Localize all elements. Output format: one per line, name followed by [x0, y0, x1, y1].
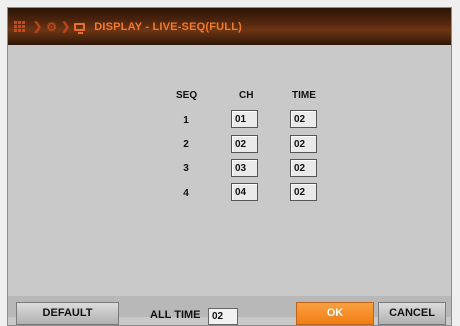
default-button[interactable]: DEFAULT [16, 302, 119, 325]
channel-field[interactable]: 01 [231, 110, 258, 128]
channel-field[interactable]: 03 [231, 159, 258, 177]
breadcrumb: ❯ ⚙ ❯ [14, 20, 87, 34]
cancel-button[interactable]: CANCEL [378, 302, 446, 325]
channel-field[interactable]: 04 [231, 183, 258, 201]
column-header-ch: CH [239, 90, 254, 101]
all-time-field[interactable]: 02 [208, 308, 238, 325]
seq-number: 4 [183, 188, 189, 199]
seq-number: 1 [183, 115, 189, 126]
dialog-window: ❯ ⚙ ❯ DISPLAY - LIVE-SEQ(FULL) [8, 8, 451, 325]
seq-number: 2 [183, 139, 189, 150]
title-bar: ❯ ⚙ ❯ DISPLAY - LIVE-SEQ(FULL) [8, 8, 451, 45]
monitor-icon [74, 22, 86, 34]
chevron-right-icon: ❯ [60, 21, 71, 33]
column-header-time: TIME [292, 90, 316, 101]
channel-field[interactable]: 02 [231, 135, 258, 153]
time-field[interactable]: 02 [290, 135, 317, 153]
grid-menu-icon[interactable] [14, 21, 25, 32]
time-field[interactable]: 02 [290, 159, 317, 177]
column-header-seq: SEQ [176, 90, 198, 101]
ok-button[interactable]: OK [296, 302, 374, 325]
chevron-right-icon: ❯ [33, 21, 43, 33]
time-field[interactable]: 02 [290, 183, 317, 201]
time-field[interactable]: 02 [290, 110, 317, 128]
all-time-label: ALL TIME [150, 309, 201, 321]
gear-icon[interactable]: ⚙ [46, 20, 57, 34]
seq-number: 3 [183, 163, 189, 174]
page-title: DISPLAY - LIVE-SEQ(FULL) [94, 20, 243, 33]
